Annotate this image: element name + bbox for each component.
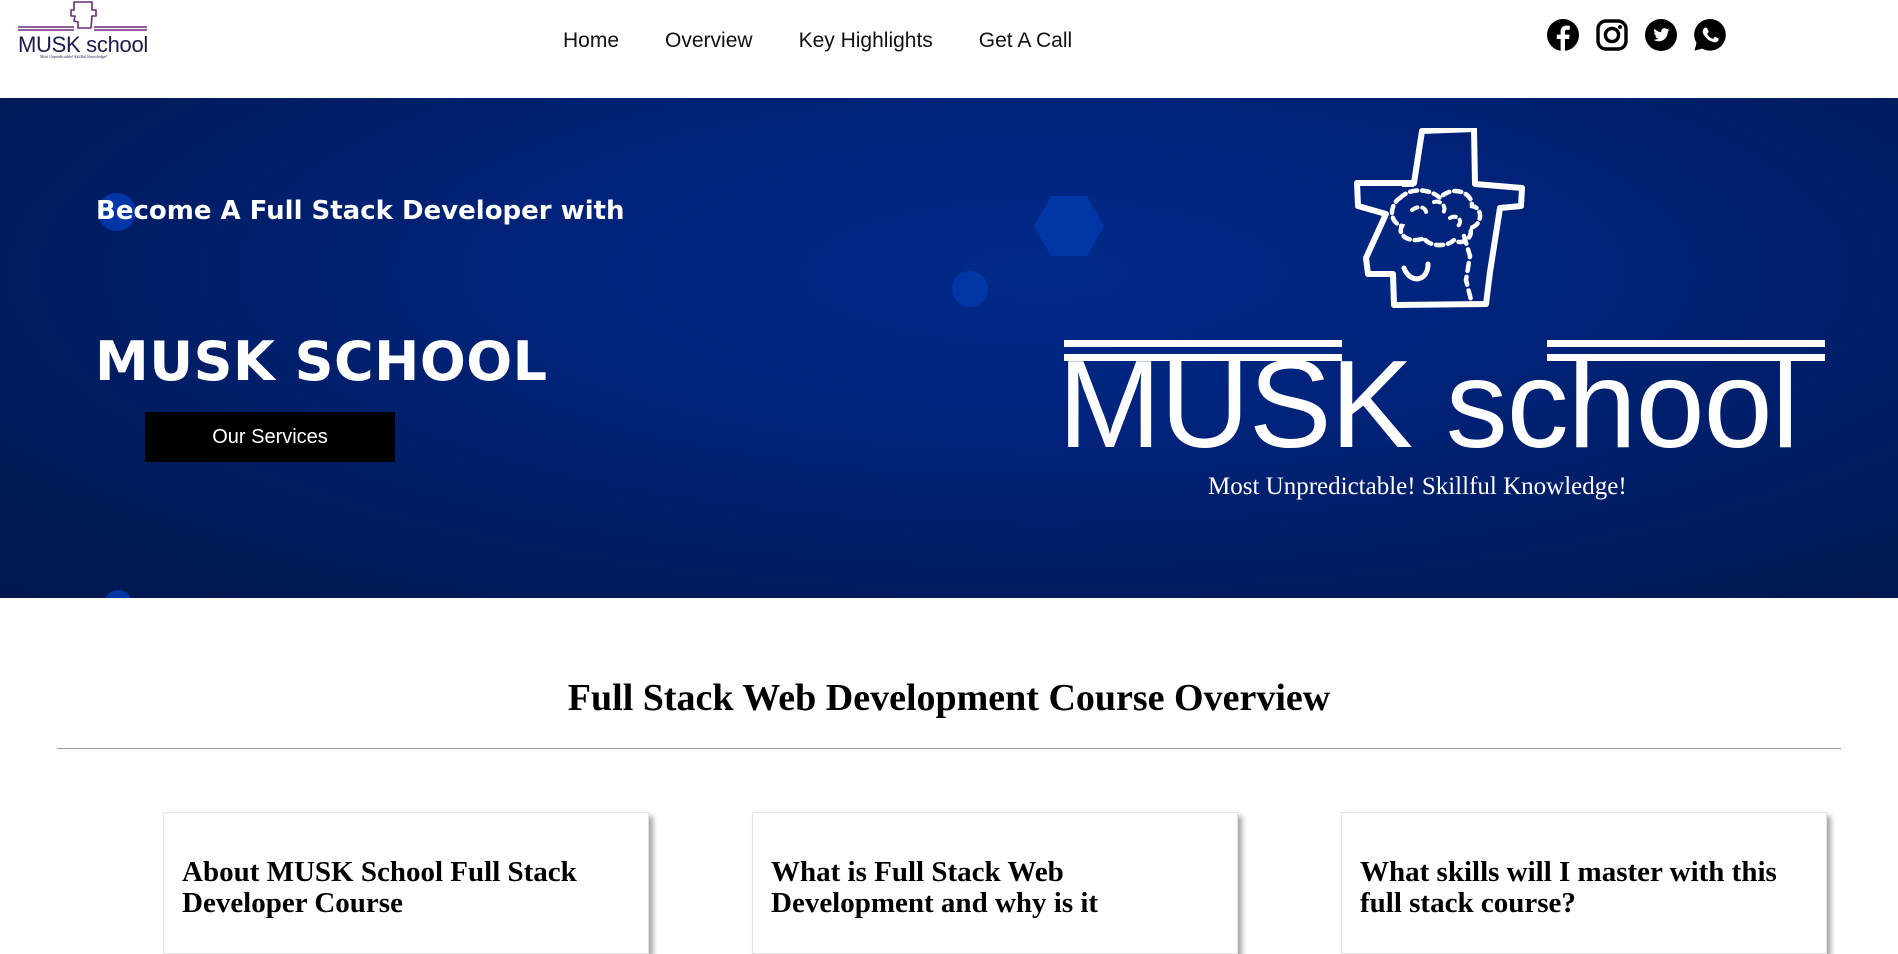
nav-overview[interactable]: Overview <box>665 29 753 53</box>
overview-card-skills[interactable]: What skills will I master with this full… <box>1341 812 1827 954</box>
card-title: What skills will I master with this full… <box>1360 856 1777 919</box>
overview-card-about[interactable]: About MUSK School Full Stack Developer C… <box>163 812 649 954</box>
nav-get-a-call[interactable]: Get A Call <box>979 29 1072 53</box>
hero-logo-text: MUSK school <box>1058 336 1799 474</box>
whatsapp-icon[interactable] <box>1693 18 1727 52</box>
section-divider <box>57 748 1841 749</box>
card-title: About MUSK School Full Stack Developer C… <box>182 856 577 919</box>
social-links <box>1546 18 1742 52</box>
decor-circle <box>952 271 988 307</box>
card-title: What is Full Stack Web Development and w… <box>771 856 1099 919</box>
overview-title: Full Stack Web Development Course Overvi… <box>567 677 1331 719</box>
our-services-button[interactable]: Our Services <box>145 412 395 462</box>
main-nav: Home Overview Key Highlights Get A Call <box>563 29 1118 53</box>
site-header: MUSK school Most Unpredictable! Skillful… <box>0 0 1898 98</box>
site-logo[interactable]: MUSK school Most Unpredictable! Skillful… <box>16 0 150 64</box>
logo-tagline: Most Unpredictable! Skillful Knowledge! <box>40 54 107 59</box>
facebook-icon[interactable] <box>1546 18 1580 52</box>
hero-title: MUSK SCHOOL <box>95 330 548 393</box>
hero-banner: Become A Full Stack Developer with MUSK … <box>0 98 1898 598</box>
hero-subtitle: Become A Full Stack Developer with <box>96 196 625 226</box>
nav-key-highlights[interactable]: Key Highlights <box>799 29 933 53</box>
nav-home[interactable]: Home <box>563 29 619 53</box>
twitter-icon[interactable] <box>1644 18 1678 52</box>
decor-circle <box>104 590 132 598</box>
instagram-icon[interactable] <box>1595 18 1629 52</box>
hero-logo-tagline: Most Unpredictable! Skillful Knowledge! <box>1208 473 1627 500</box>
overview-card-what-is[interactable]: What is Full Stack Web Development and w… <box>752 812 1238 954</box>
